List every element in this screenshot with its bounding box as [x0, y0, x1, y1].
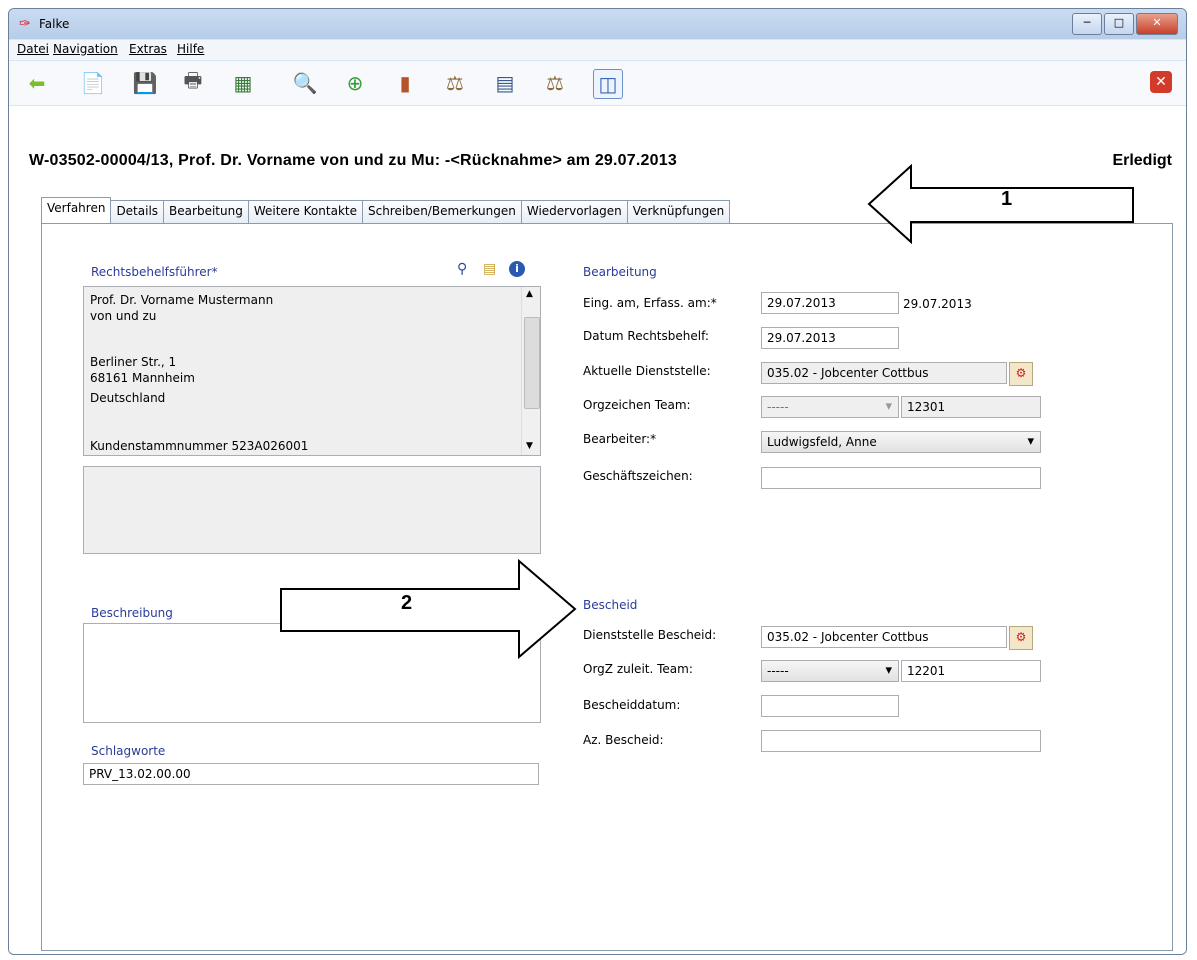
search-icon[interactable]: 🔍 [291, 69, 319, 97]
title-bar: ✑ Falke ─ □ ✕ [9, 9, 1186, 39]
minimize-button[interactable]: ─ [1072, 13, 1102, 35]
scroll-down-icon[interactable]: ▼ [526, 441, 533, 451]
close-record-button[interactable]: ✕ [1150, 71, 1172, 93]
beschreibung-title: Beschreibung [91, 606, 173, 620]
geschaeftszeichen-field[interactable] [761, 467, 1041, 489]
bescheid-title: Bescheid [583, 598, 638, 612]
address-line: 68161 Mannheim [90, 371, 195, 385]
dienststelle-bescheid-field[interactable]: 035.02 - Jobcenter Cottbus [761, 626, 1007, 648]
window-title: Falke [39, 17, 70, 31]
orgz-zuleit-team-code[interactable]: 12201 [901, 660, 1041, 682]
tab-verknuepfungen[interactable]: Verknüpfungen [626, 200, 731, 225]
orgzeichen-team-dropdown[interactable]: ----- [761, 396, 899, 418]
folder-icon[interactable]: ▮ [391, 69, 419, 97]
dienststelle-select-icon[interactable]: ⚙ [1009, 362, 1033, 386]
split-view-icon[interactable]: ◫ [593, 69, 623, 99]
scroll-up-icon[interactable]: ▲ [526, 289, 533, 299]
menu-extras[interactable]: Extras [129, 42, 167, 56]
geschaeftszeichen-label: Geschäftszeichen: [583, 469, 693, 483]
back-arrow-icon[interactable]: ⬅ [23, 69, 51, 97]
search-person-icon[interactable]: ⚲ [457, 261, 467, 277]
bescheiddatum-label: Bescheiddatum: [583, 698, 681, 712]
aktuelle-dienststelle-label: Aktuelle Dienststelle: [583, 364, 711, 378]
bearbeitung-title: Bearbeitung [583, 265, 657, 279]
orgzeichen-team-label: Orgzeichen Team: [583, 398, 691, 412]
toolbar: ⬅ 📄 💾 🖶 ▦ 🔍 ⊕ ▮ ⚖ ▤ ⚖ ◫ ✕ [9, 61, 1186, 105]
close-window-button[interactable]: ✕ [1136, 13, 1178, 35]
save-icon[interactable]: 💾 [131, 69, 159, 97]
datum-rechtsbehelf-field[interactable]: 29.07.2013 [761, 327, 899, 349]
az-bescheid-field[interactable] [761, 730, 1041, 752]
print-icon[interactable]: 🖶 [179, 68, 207, 97]
schlagworte-field[interactable]: PRV_13.02.00.00 [83, 763, 539, 785]
bescheiddatum-field[interactable] [761, 695, 899, 717]
info-icon[interactable]: i [509, 261, 525, 277]
new-document-icon[interactable]: 📄 [79, 69, 107, 97]
dienststelle-bescheid-select-icon[interactable]: ⚙ [1009, 626, 1033, 650]
datum-rechtsbehelf-label: Datum Rechtsbehelf: [583, 329, 709, 343]
scales-icon[interactable]: ⚖ [541, 69, 569, 97]
tab-bearbeitung[interactable]: Bearbeitung [163, 200, 249, 225]
record-title: W-03502-00004/13, Prof. Dr. Vorname von … [29, 152, 677, 169]
orgz-zuleit-team-label: OrgZ zuleit. Team: [583, 662, 693, 676]
window-controls: ─ □ ✕ [1072, 13, 1178, 35]
aktuelle-dienststelle-field: 035.02 - Jobcenter Cottbus [761, 362, 1007, 384]
schlagworte-title: Schlagworte [91, 744, 166, 758]
export-excel-icon[interactable]: ▦ [229, 69, 257, 97]
dienststelle-bescheid-label: Dienststelle Bescheid: [583, 628, 717, 642]
tab-wiedervorlagen[interactable]: Wiedervorlagen [520, 200, 628, 225]
address-line: Prof. Dr. Vorname Mustermann [90, 293, 274, 307]
erfass-date-value: 29.07.2013 [903, 297, 972, 311]
tab-verfahren[interactable]: Verfahren [41, 197, 112, 225]
menu-hilfe[interactable]: Hilfe [177, 42, 204, 56]
ledger-icon[interactable]: ▤ [491, 69, 519, 97]
tab-schreiben-bemerkungen[interactable]: Schreiben/Bemerkungen [361, 200, 522, 225]
tab-weitere-kontakte[interactable]: Weitere Kontakte [247, 200, 363, 225]
address-scrollbar[interactable]: ▲ ▼ [521, 287, 540, 455]
tab-details[interactable]: Details [110, 200, 165, 225]
address-box[interactable]: Prof. Dr. Vorname Mustermann von und zu … [83, 286, 541, 456]
address-line: Berliner Str., 1 [90, 355, 177, 369]
status-label: Erledigt [1112, 152, 1172, 169]
bearbeiter-label: Bearbeiter:* [583, 432, 657, 446]
scroll-thumb[interactable] [524, 317, 540, 409]
rechtsbehelfsfuehrer-title: Rechtsbehelfsführer* [91, 265, 218, 279]
address-line: von und zu [90, 309, 157, 323]
menu-bar: Datei Navigation Extras Hilfe [9, 40, 1186, 60]
orgzeichen-team-code: 12301 [901, 396, 1041, 418]
scales-gavel-icon[interactable]: ⚖ [441, 69, 469, 97]
orgz-zuleit-team-dropdown[interactable]: ----- [761, 660, 899, 682]
search-add-icon[interactable]: ⊕ [341, 69, 369, 97]
tab-strip: Verfahren Details Bearbeitung Weitere Ko… [41, 197, 731, 225]
bearbeiter-dropdown[interactable]: Ludwigsfeld, Anne [761, 431, 1041, 453]
falke-logo-icon: ✑ [19, 16, 31, 32]
menu-datei[interactable]: Datei [17, 42, 49, 56]
menu-navigation[interactable]: Navigation [53, 42, 118, 56]
eing-date-field[interactable]: 29.07.2013 [761, 292, 899, 314]
az-bescheid-label: Az. Bescheid: [583, 733, 664, 747]
maximize-button[interactable]: □ [1104, 13, 1134, 35]
annotation-number-1: 1 [1001, 188, 1013, 210]
address-extra-box[interactable] [83, 466, 541, 554]
beschreibung-textarea[interactable] [83, 623, 541, 723]
address-line: Deutschland [90, 391, 166, 405]
edit-document-icon[interactable]: ▤ [483, 261, 496, 277]
eing-label: Eing. am, Erfass. am:* [583, 296, 717, 310]
app-window: ✑ Falke ─ □ ✕ Datei Navigation Extras Hi… [8, 8, 1187, 955]
address-line: Kundenstammnummer 523A026001 [90, 439, 309, 453]
annotation-number-2: 2 [401, 592, 413, 614]
